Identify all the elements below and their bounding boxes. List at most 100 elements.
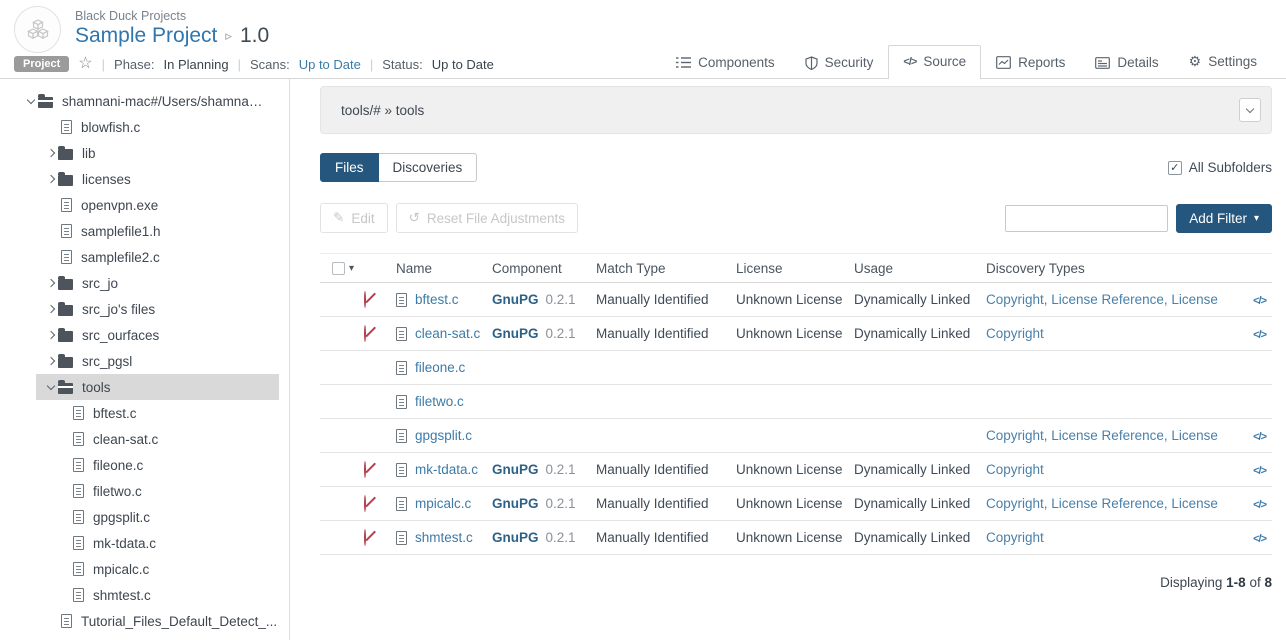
chevron-right-icon[interactable] xyxy=(44,306,58,312)
discovery-types-link[interactable]: Copyright, License Reference, License xyxy=(986,428,1218,443)
tree-item-file[interactable]: Tutorial_Files_Default_Detect_... xyxy=(0,608,289,634)
view-source-icon[interactable]: </> xyxy=(1253,295,1266,307)
path-dropdown-button[interactable] xyxy=(1239,98,1261,122)
project-version[interactable]: 1.0 xyxy=(240,24,269,48)
file-name-link[interactable]: shmtest.c xyxy=(415,530,473,545)
project-name[interactable]: Sample Project xyxy=(75,24,217,48)
tree-item-label: licenses xyxy=(82,172,131,187)
tree-item-file[interactable]: fileone.c xyxy=(0,452,289,478)
filter-input[interactable] xyxy=(1005,205,1168,232)
tree-item-root[interactable]: shamnani-mac#/Users/shamnani... xyxy=(0,88,289,114)
tree-item-file[interactable]: gpgsplit.c xyxy=(0,504,289,530)
col-name[interactable]: Name xyxy=(396,261,492,276)
displaying-range: 1-8 xyxy=(1226,575,1246,590)
tree-item-folder[interactable]: src_jo xyxy=(0,270,289,296)
scans-status-link[interactable]: Up to Date xyxy=(299,57,361,72)
tab-details[interactable]: Details xyxy=(1080,46,1173,79)
file-name-link[interactable]: bftest.c xyxy=(415,292,459,307)
component-link[interactable]: GnuPG xyxy=(492,496,539,511)
file-icon xyxy=(73,510,84,524)
discovery-types-link[interactable]: Copyright xyxy=(986,462,1044,477)
tree-item-label: samplefile1.h xyxy=(81,224,161,239)
tree-item-file[interactable]: mk-tdata.c xyxy=(0,530,289,556)
folder-icon xyxy=(58,305,73,316)
component-link[interactable]: GnuPG xyxy=(492,326,539,341)
tab-reports[interactable]: Reports xyxy=(981,46,1080,79)
file-icon xyxy=(61,614,72,628)
tab-label: Source xyxy=(923,54,966,69)
component-link[interactable]: GnuPG xyxy=(492,462,539,477)
chevron-right-icon[interactable] xyxy=(44,176,58,182)
file-name-link[interactable]: filetwo.c xyxy=(415,394,464,409)
all-subfolders-checkbox[interactable]: ✓ xyxy=(1168,161,1182,175)
col-usage[interactable]: Usage xyxy=(854,261,986,276)
view-source-icon[interactable]: </> xyxy=(1253,465,1266,477)
file-icon xyxy=(73,406,84,420)
files-tab-button[interactable]: Files xyxy=(320,153,379,182)
prohibited-icon xyxy=(364,529,366,546)
tree-item-folder[interactable]: src_ourfaces xyxy=(0,322,289,348)
file-name-link[interactable]: clean-sat.c xyxy=(415,326,480,341)
chevron-right-icon[interactable] xyxy=(44,150,58,156)
chevron-down-icon[interactable] xyxy=(44,386,58,389)
tab-components[interactable]: Components xyxy=(661,46,790,79)
view-source-icon[interactable]: </> xyxy=(1253,431,1266,443)
tree-item-folder[interactable]: src_jo's files xyxy=(0,296,289,322)
discovery-types-link[interactable]: Copyright xyxy=(986,530,1044,545)
tree-item-file[interactable]: filetwo.c xyxy=(0,478,289,504)
tree-item-file[interactable]: shmtest.c xyxy=(0,582,289,608)
chevron-down-icon[interactable] xyxy=(24,100,38,103)
component-version: 0.2.1 xyxy=(546,462,576,477)
col-component[interactable]: Component xyxy=(492,261,596,276)
tree-item-file[interactable]: clean-sat.c xyxy=(0,426,289,452)
reset-file-adjustments-button[interactable]: ↺ Reset File Adjustments xyxy=(396,203,578,233)
tree-item-folder[interactable]: lib xyxy=(0,140,289,166)
license-value: Unknown License xyxy=(736,462,854,477)
view-source-icon[interactable]: </> xyxy=(1253,499,1266,511)
tab-security[interactable]: Security xyxy=(790,46,889,79)
add-filter-button[interactable]: Add Filter ▾ xyxy=(1176,204,1272,233)
tree-item-file[interactable]: samplefile1.h xyxy=(0,218,289,244)
card-icon xyxy=(1095,57,1110,69)
table-row: clean-sat.c GnuPG0.2.1 Manually Identifi… xyxy=(320,317,1272,351)
tab-settings[interactable]: ⚙ Settings xyxy=(1174,44,1272,79)
tab-label: Settings xyxy=(1208,54,1257,69)
tree-item-file[interactable]: blowfish.c xyxy=(0,114,289,140)
file-name-link[interactable]: mpicalc.c xyxy=(415,496,471,511)
tree-item-label: src_jo xyxy=(82,276,118,291)
select-menu-caret-icon[interactable]: ▾ xyxy=(349,263,354,274)
tree-item-folder[interactable]: src_pgsl xyxy=(0,348,289,374)
col-match-type[interactable]: Match Type xyxy=(596,261,736,276)
tree-item-folder[interactable]: licenses xyxy=(0,166,289,192)
tree-item-file[interactable]: samplefile2.c xyxy=(0,244,289,270)
edit-button[interactable]: ✎ Edit xyxy=(320,203,388,233)
tree-item-file[interactable]: openvpn.exe xyxy=(0,192,289,218)
list-icon xyxy=(676,56,691,69)
chevron-right-icon[interactable] xyxy=(44,280,58,286)
tree-item-tools-selected[interactable]: tools xyxy=(36,374,279,400)
discovery-types-link[interactable]: Copyright, License Reference, License xyxy=(986,292,1218,307)
chevron-right-icon[interactable] xyxy=(44,332,58,338)
file-name-link[interactable]: gpgsplit.c xyxy=(415,428,472,443)
all-subfolders-toggle[interactable]: ✓ All Subfolders xyxy=(1168,160,1272,175)
chevron-right-icon[interactable] xyxy=(44,358,58,364)
tab-source[interactable]: </> Source xyxy=(888,45,981,79)
component-link[interactable]: GnuPG xyxy=(492,292,539,307)
add-filter-label: Add Filter xyxy=(1189,211,1247,226)
col-license[interactable]: License xyxy=(736,261,854,276)
tree-item-label: src_pgsl xyxy=(82,354,132,369)
file-name-link[interactable]: mk-tdata.c xyxy=(415,462,478,477)
select-all-checkbox[interactable] xyxy=(332,262,345,275)
discovery-types-link[interactable]: Copyright, License Reference, License xyxy=(986,496,1218,511)
favorite-star-icon[interactable]: ☆ xyxy=(78,56,92,72)
discovery-types-link[interactable]: Copyright xyxy=(986,326,1044,341)
view-source-icon[interactable]: </> xyxy=(1253,533,1266,545)
file-icon xyxy=(61,250,72,264)
tree-item-file[interactable]: mpicalc.c xyxy=(0,556,289,582)
col-discovery-types[interactable]: Discovery Types xyxy=(986,261,1240,276)
view-source-icon[interactable]: </> xyxy=(1253,329,1266,341)
tree-item-file[interactable]: bftest.c xyxy=(0,400,289,426)
file-name-link[interactable]: fileone.c xyxy=(415,360,465,375)
component-link[interactable]: GnuPG xyxy=(492,530,539,545)
discoveries-tab-button[interactable]: Discoveries xyxy=(379,153,478,182)
